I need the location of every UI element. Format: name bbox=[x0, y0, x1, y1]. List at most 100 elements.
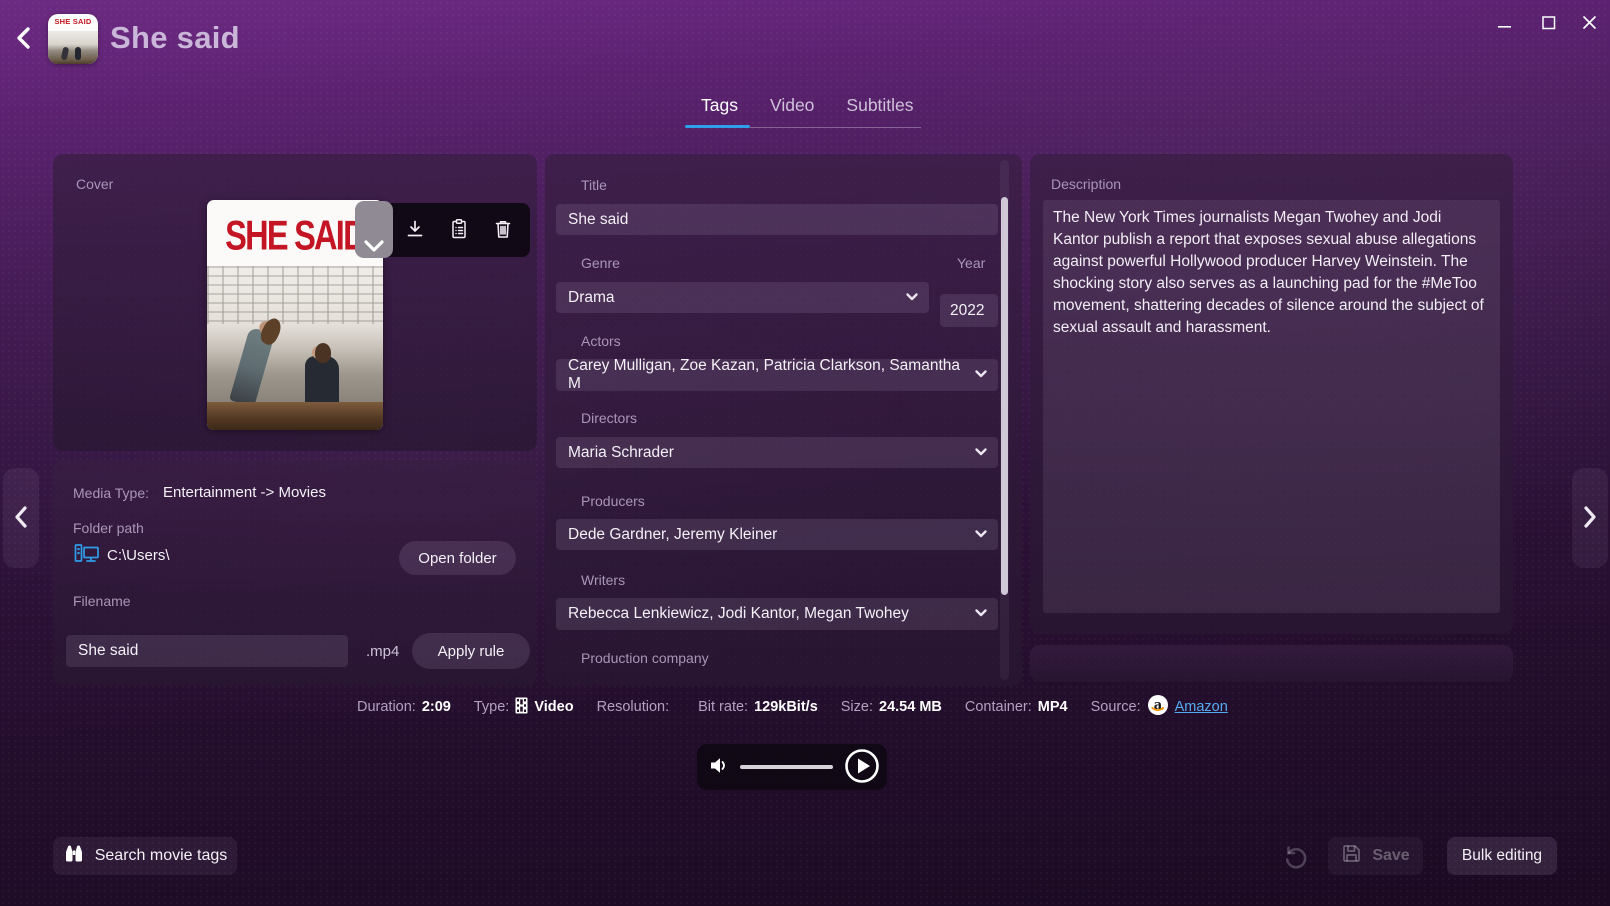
search-movie-tags-button[interactable]: Search movie tags bbox=[53, 837, 237, 875]
chevron-down-icon bbox=[905, 289, 919, 307]
producers-label: Producers bbox=[581, 493, 645, 509]
amazon-icon: a bbox=[1147, 694, 1169, 720]
writers-select[interactable]: Rebecca Lenkiewicz, Jodi Kantor, Megan T… bbox=[556, 598, 998, 630]
directors-value: Maria Schrader bbox=[568, 444, 674, 462]
scrollbar-thumb[interactable] bbox=[1001, 197, 1008, 595]
filename-input[interactable] bbox=[66, 635, 348, 667]
binoculars-icon bbox=[63, 844, 85, 869]
bulk-editing-label: Bulk editing bbox=[1462, 847, 1542, 865]
tab-video[interactable]: Video bbox=[754, 95, 830, 130]
undo-button[interactable] bbox=[1280, 842, 1310, 872]
download-icon bbox=[404, 218, 426, 243]
description-textarea[interactable]: The New York Times journalists Megan Two… bbox=[1043, 200, 1500, 613]
open-folder-button[interactable]: Open folder bbox=[399, 541, 516, 575]
play-button[interactable] bbox=[843, 747, 881, 788]
computer-icon bbox=[74, 543, 100, 570]
save-button[interactable]: Save bbox=[1328, 837, 1423, 875]
container-value: MP4 bbox=[1038, 699, 1068, 715]
play-icon bbox=[843, 747, 881, 788]
bottom-panel bbox=[1030, 645, 1513, 682]
media-type-label: Media Type: bbox=[73, 485, 149, 501]
media-card: Media Type: Entertainment -> Movies Fold… bbox=[53, 460, 537, 686]
directors-select[interactable]: Maria Schrader bbox=[556, 437, 998, 468]
cover-label: Cover bbox=[76, 176, 113, 192]
actors-select[interactable]: Carey Mulligan, Zoe Kazan, Patricia Clar… bbox=[556, 359, 998, 391]
folder-path-value: C:\Users\ bbox=[107, 547, 170, 564]
minimize-button[interactable] bbox=[1488, 8, 1522, 40]
description-card: Description The New York Times journalis… bbox=[1030, 154, 1513, 634]
genre-label: Genre bbox=[581, 255, 620, 271]
audio-player bbox=[697, 744, 887, 790]
directors-label: Directors bbox=[581, 410, 637, 426]
active-tab-underline bbox=[685, 125, 750, 129]
size-value: 24.54 MB bbox=[879, 699, 942, 715]
tag-fields-card: Title Genre Drama Year Actors Carey Mull… bbox=[545, 154, 1022, 686]
bulk-editing-button[interactable]: Bulk editing bbox=[1447, 837, 1557, 875]
production-company-label: Production company bbox=[581, 650, 709, 666]
chevron-left-icon bbox=[11, 41, 37, 56]
title-input[interactable] bbox=[556, 204, 998, 235]
type-stat: Type: Video bbox=[474, 697, 574, 718]
type-value: Video bbox=[534, 699, 573, 715]
trash-icon bbox=[493, 218, 513, 243]
producers-value: Dede Gardner, Jeremy Kleiner bbox=[568, 526, 777, 544]
thumbnail-title: SHE SAID bbox=[48, 14, 98, 26]
media-type-value: Entertainment -> Movies bbox=[163, 484, 326, 501]
bitrate-value: 129kBit/s bbox=[754, 699, 818, 715]
file-info-bar: Duration: 2:09 Type: Video Resolution: B… bbox=[357, 694, 1228, 720]
duration-value: 2:09 bbox=[422, 699, 451, 715]
page-title: She said bbox=[110, 20, 240, 56]
chevron-down-icon bbox=[974, 526, 988, 544]
amazon-link[interactable]: Amazon bbox=[1175, 699, 1228, 715]
genre-select[interactable]: Drama bbox=[556, 282, 929, 313]
save-icon bbox=[1341, 843, 1362, 869]
copy-cover-button[interactable] bbox=[442, 211, 476, 249]
speaker-icon bbox=[709, 756, 730, 778]
close-button[interactable] bbox=[1572, 8, 1606, 40]
back-button[interactable] bbox=[8, 22, 40, 56]
writers-label: Writers bbox=[581, 572, 625, 588]
file-extension: .mp4 bbox=[366, 643, 399, 660]
film-strip-icon bbox=[515, 697, 528, 718]
bitrate-stat: Bit rate: 129kBit/s bbox=[698, 699, 818, 715]
download-cover-button[interactable] bbox=[398, 211, 432, 249]
cover-expand-button[interactable] bbox=[355, 201, 393, 258]
volume-slider[interactable] bbox=[740, 765, 833, 769]
fields-scrollbar[interactable] bbox=[1000, 160, 1009, 680]
poster-photo bbox=[207, 266, 383, 430]
genre-value: Drama bbox=[568, 289, 615, 307]
volume-button[interactable] bbox=[709, 756, 730, 778]
filename-label: Filename bbox=[73, 593, 131, 609]
delete-cover-button[interactable] bbox=[486, 211, 520, 249]
size-label: Size: bbox=[841, 699, 873, 715]
duration-stat: Duration: 2:09 bbox=[357, 699, 451, 715]
producers-select[interactable]: Dede Gardner, Jeremy Kleiner bbox=[556, 519, 998, 550]
year-input[interactable] bbox=[940, 294, 998, 327]
maximize-button[interactable] bbox=[1532, 8, 1566, 40]
chevron-down-icon bbox=[974, 366, 988, 384]
undo-icon bbox=[1281, 858, 1309, 873]
next-item-button[interactable] bbox=[1572, 468, 1608, 568]
size-stat: Size: 24.54 MB bbox=[841, 699, 942, 715]
source-stat: Source: a Amazon bbox=[1091, 694, 1228, 720]
search-movie-tags-label: Search movie tags bbox=[95, 847, 228, 865]
tab-subtitles[interactable]: Subtitles bbox=[830, 95, 929, 130]
cover-card: Cover SHE SAID bbox=[53, 154, 537, 451]
save-label: Save bbox=[1372, 847, 1409, 865]
duration-label: Duration: bbox=[357, 699, 416, 715]
container-label: Container: bbox=[965, 699, 1032, 715]
actors-value: Carey Mulligan, Zoe Kazan, Patricia Clar… bbox=[568, 357, 974, 393]
type-label: Type: bbox=[474, 699, 509, 715]
tabs-underline bbox=[750, 127, 921, 128]
source-label: Source: bbox=[1091, 699, 1141, 715]
actors-label: Actors bbox=[581, 333, 621, 349]
poster-title-text: SHE SAID bbox=[218, 205, 373, 268]
maximize-icon bbox=[1542, 16, 1556, 33]
close-icon bbox=[1582, 15, 1597, 33]
apply-rule-button[interactable]: Apply rule bbox=[412, 633, 530, 669]
clipboard-icon bbox=[449, 218, 469, 243]
thumbnail-photo bbox=[48, 31, 98, 64]
previous-item-button[interactable] bbox=[3, 468, 39, 568]
movie-thumbnail: SHE SAID bbox=[48, 14, 98, 64]
year-label: Year bbox=[957, 255, 985, 271]
